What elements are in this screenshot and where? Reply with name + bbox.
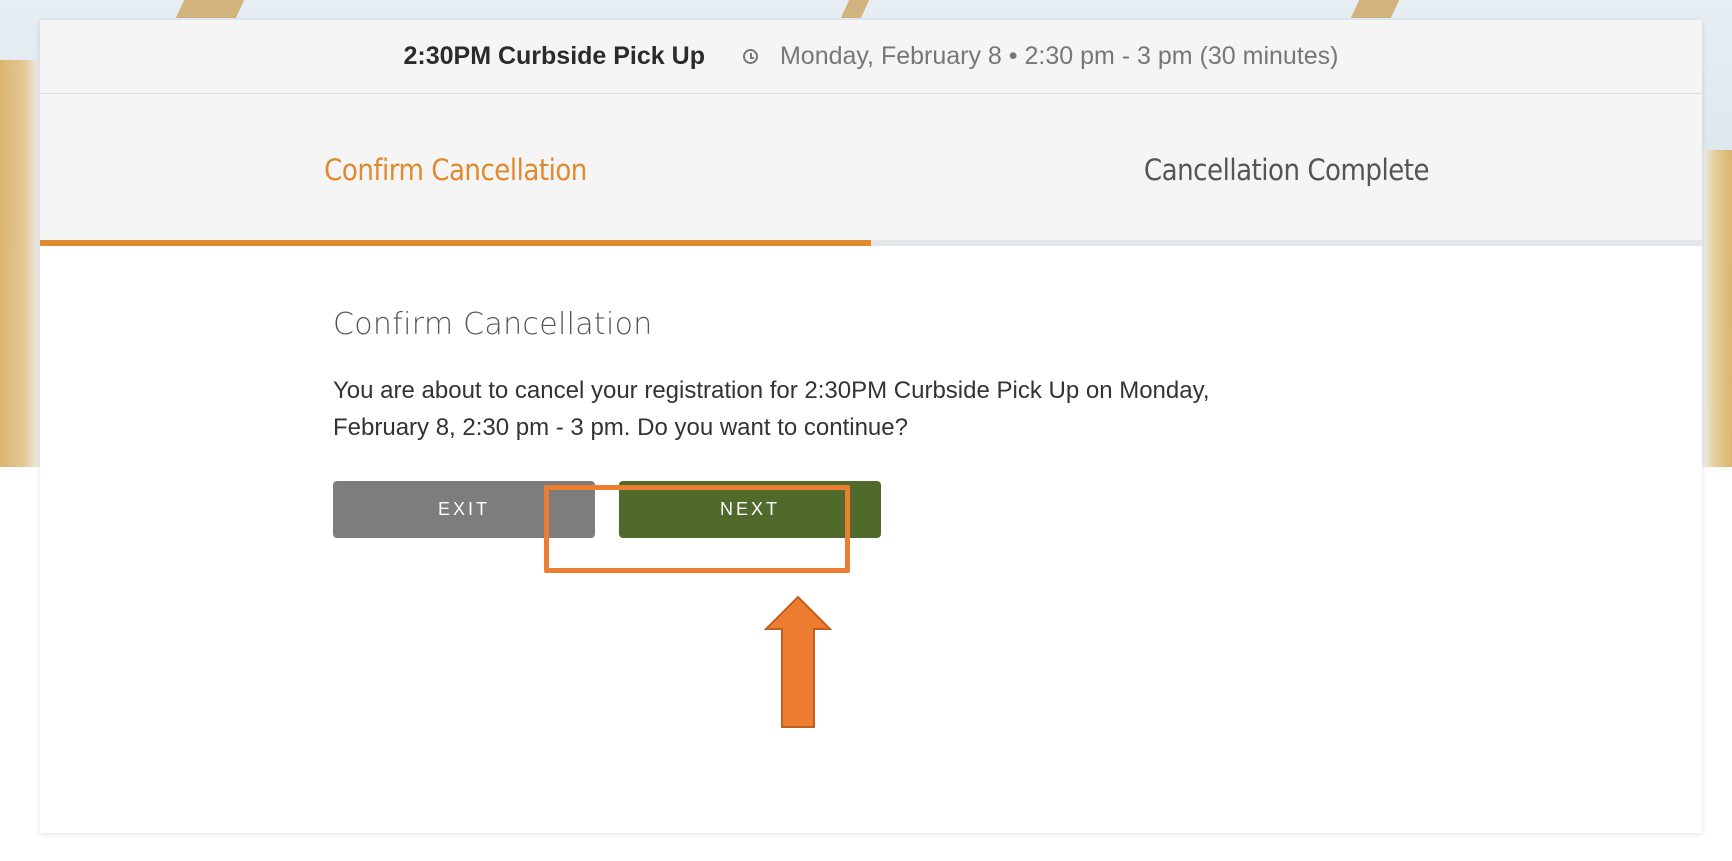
event-name: 2:30PM Curbside Pick Up bbox=[403, 42, 705, 70]
clock-icon bbox=[742, 49, 758, 64]
step-progress-bar-active bbox=[40, 240, 871, 246]
step-progress-bar-inactive bbox=[871, 240, 1702, 246]
wheat-stem bbox=[840, 0, 870, 18]
step-confirm-cancellation: Confirm Cancellation bbox=[324, 153, 587, 187]
event-info-bar: 2:30PM Curbside Pick Up Monday, February… bbox=[40, 20, 1702, 94]
wheat-stem bbox=[1350, 0, 1400, 18]
wheat-image-left bbox=[0, 60, 40, 467]
confirmation-message: You are about to cancel your registratio… bbox=[333, 377, 1210, 441]
confirmation-content: Confirm Cancellation You are about to ca… bbox=[333, 307, 1333, 446]
wheat-stem bbox=[175, 0, 245, 18]
wheat-image-right bbox=[1702, 150, 1732, 467]
highlight-annotation-box bbox=[544, 485, 850, 573]
progress-steps: Confirm Cancellation Cancellation Comple… bbox=[40, 94, 1702, 246]
confirmation-heading: Confirm Cancellation bbox=[333, 307, 653, 342]
event-time: Monday, February 8 • 2:30 pm - 3 pm (30 … bbox=[779, 42, 1339, 70]
arrow-up-icon bbox=[764, 595, 832, 728]
step-cancellation-complete: Cancellation Complete bbox=[1143, 153, 1430, 187]
